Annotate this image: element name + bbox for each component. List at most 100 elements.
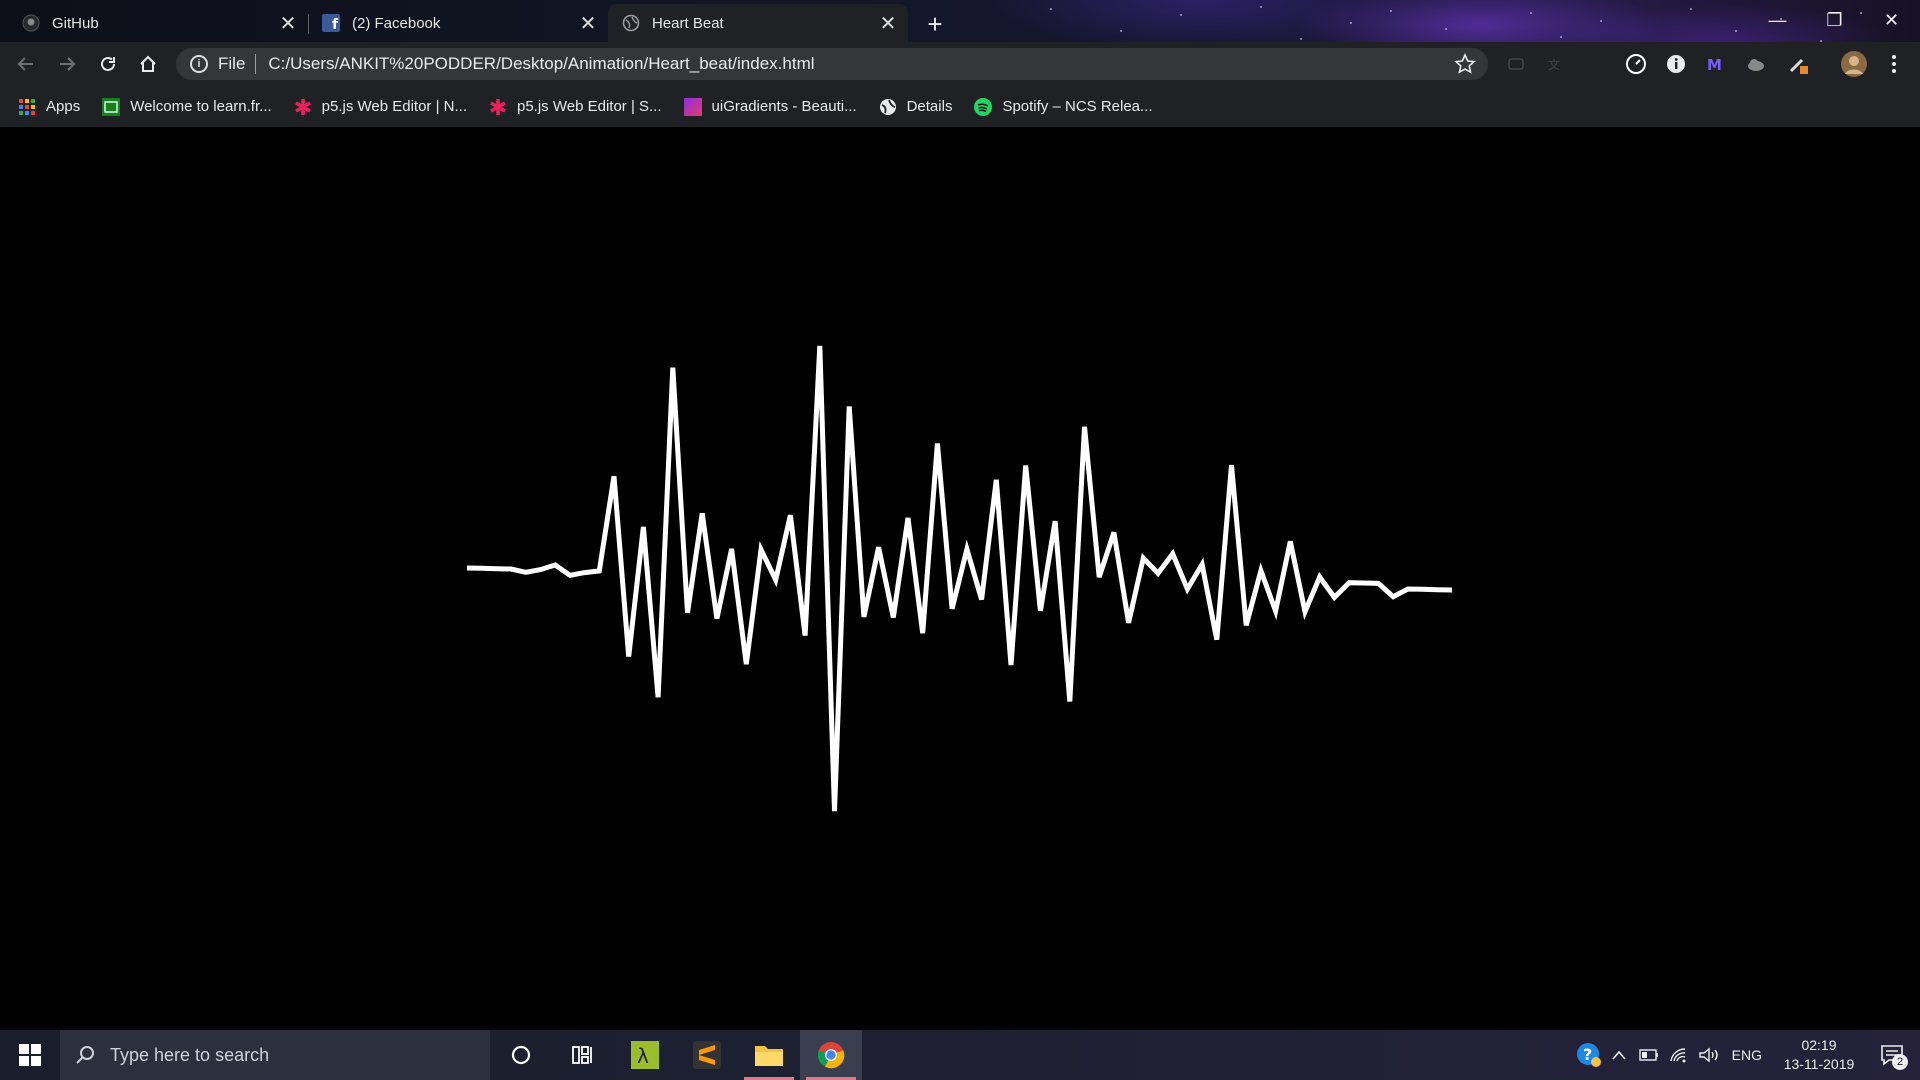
info-circle-icon[interactable]	[1664, 52, 1688, 76]
globe-icon	[879, 98, 897, 116]
star-dot	[1735, 30, 1737, 32]
bookmark-label: uiGradients - Beauti...	[711, 98, 857, 115]
bookmark-details[interactable]: Details	[879, 98, 953, 116]
bookmark-label: Spotify – NCS Relea...	[1002, 98, 1153, 115]
restore-button[interactable]: ❐	[1806, 0, 1863, 40]
new-tab-button[interactable]: +	[920, 9, 950, 39]
svg-text:f: f	[332, 17, 339, 32]
github-icon	[22, 14, 40, 32]
search-placeholder: Type here to search	[110, 1044, 270, 1065]
m-extension-icon[interactable]: M	[1704, 52, 1728, 76]
eyedropper-icon[interactable]	[1786, 52, 1810, 76]
bookmark-label: p5.js Web Editor | S...	[517, 98, 662, 115]
star-dot	[1390, 10, 1392, 12]
file-explorer-app[interactable]	[738, 1030, 800, 1080]
svg-text:M: M	[1707, 56, 1722, 74]
language-indicator[interactable]: ENG	[1732, 1047, 1762, 1063]
star-dot	[1300, 38, 1302, 40]
bookmark-label: Welcome to learn.fr...	[130, 98, 272, 115]
facebook-icon: f	[322, 14, 340, 32]
task-view-icon	[572, 1046, 592, 1064]
taskbar-search[interactable]: Type here to search	[60, 1030, 490, 1080]
home-button[interactable]	[134, 50, 162, 78]
bookmark-star-icon[interactable]	[1454, 53, 1476, 80]
star-dot	[1120, 30, 1122, 32]
bookmark-spotify[interactable]: Spotify – NCS Relea...	[974, 97, 1153, 116]
globe-icon	[622, 14, 640, 32]
bookmark-label: Details	[906, 98, 953, 115]
chrome-icon	[817, 1042, 845, 1069]
back-button[interactable]	[12, 50, 40, 78]
url-text[interactable]: C:/Users/ANKIT%20PODDER/Desktop/Animatio…	[268, 54, 814, 74]
cortana-button[interactable]	[490, 1030, 552, 1080]
star-dot	[1260, 6, 1262, 8]
p5-asterisk-icon	[294, 98, 312, 116]
browser-toolbar: i File C:/Users/ANKIT%20PODDER/Desktop/A…	[0, 42, 1920, 86]
svg-text:?: ?	[1583, 1045, 1592, 1064]
omnibox-divider	[255, 54, 257, 74]
forward-button[interactable]	[53, 50, 81, 78]
svg-text:文: 文	[1548, 57, 1560, 72]
start-button[interactable]	[0, 1030, 60, 1080]
folder-icon	[755, 1046, 783, 1066]
notification-count-badge: 2	[1892, 1054, 1908, 1070]
address-bar[interactable]: i File C:/Users/ANKIT%20PODDER/Desktop/A…	[176, 48, 1488, 80]
bookmark-p5js-1[interactable]: p5.js Web Editor | N...	[294, 98, 467, 116]
volume-icon[interactable]	[1694, 1030, 1724, 1080]
help-icon[interactable]: ?	[1574, 1030, 1604, 1080]
tab-strip: GitHub ✕ f (2) Facebook ✕ Heart Beat ✕ +	[0, 0, 960, 42]
uigradients-icon	[683, 97, 702, 116]
plus-icon: +	[927, 8, 943, 39]
close-tab-icon[interactable]: ✕	[878, 13, 898, 35]
tab-github[interactable]: GitHub ✕	[8, 4, 308, 42]
close-window-button[interactable]: ✕	[1863, 0, 1920, 40]
cloud-icon[interactable]	[1744, 52, 1768, 76]
sublime-text-app[interactable]	[676, 1030, 738, 1080]
bookmark-p5js-2[interactable]: p5.js Web Editor | S...	[489, 98, 662, 116]
star-dot	[1690, 8, 1692, 10]
menu-kebab-icon[interactable]	[1882, 52, 1906, 76]
task-view-button[interactable]	[552, 1030, 614, 1080]
battery-icon[interactable]	[1634, 1030, 1664, 1080]
star-dot	[1445, 28, 1447, 30]
reload-button[interactable]	[94, 50, 122, 78]
close-tab-icon[interactable]: ✕	[278, 13, 298, 35]
minimize-button[interactable]: —	[1749, 0, 1806, 40]
arrow-right-icon	[60, 57, 76, 71]
bookmark-learn[interactable]: Welcome to learn.fr...	[102, 97, 272, 116]
window-controls: — ❐ ✕	[1749, 0, 1920, 40]
p5-asterisk-icon	[489, 98, 507, 116]
arrow-left-icon	[17, 57, 33, 71]
windows-logo-icon	[19, 1044, 41, 1066]
star-dot	[1350, 22, 1352, 24]
tab-heart-beat[interactable]: Heart Beat ✕	[608, 4, 908, 42]
svg-text:λ: λ	[637, 1044, 649, 1068]
heartbeat-line	[466, 345, 1453, 812]
star-dot	[1560, 36, 1562, 38]
bookmark-uigradients[interactable]: uiGradients - Beauti...	[683, 97, 857, 116]
action-center-button[interactable]: 2	[1864, 1030, 1920, 1080]
page-viewport	[0, 127, 1920, 1030]
system-tray: ? ENG 02:19 13-11-2019 2	[1574, 1030, 1920, 1080]
speedometer-icon[interactable]	[1624, 52, 1648, 76]
bookmark-apps[interactable]: Apps	[18, 98, 80, 116]
tab-title: (2) Facebook	[352, 14, 441, 32]
clock[interactable]: 02:19 13-11-2019	[1774, 1036, 1864, 1074]
wifi-icon[interactable]	[1664, 1030, 1694, 1080]
info-icon[interactable]: i	[190, 55, 208, 73]
translate-icon[interactable]: 文	[1544, 52, 1568, 76]
profile-avatar[interactable]	[1840, 50, 1868, 78]
clock-time: 02:19	[1801, 1037, 1837, 1053]
browser-chrome: GitHub ✕ f (2) Facebook ✕ Heart Beat ✕ +…	[0, 0, 1920, 127]
bookmarks-bar: Apps Welcome to learn.fr... p5.js Web Ed…	[0, 86, 1920, 127]
lambda-app[interactable]: λ	[614, 1030, 676, 1080]
tab-facebook[interactable]: f (2) Facebook ✕	[308, 4, 608, 42]
extension-icon[interactable]	[1504, 52, 1528, 76]
chevron-up-icon[interactable]	[1604, 1030, 1634, 1080]
cortana-circle-icon	[511, 1045, 531, 1065]
chrome-app[interactable]	[800, 1030, 862, 1080]
close-tab-icon[interactable]: ✕	[578, 13, 598, 35]
heartbeat-waveform	[466, 345, 1453, 812]
lambda-app-icon: λ	[631, 1041, 659, 1069]
star-dot	[1530, 12, 1532, 14]
